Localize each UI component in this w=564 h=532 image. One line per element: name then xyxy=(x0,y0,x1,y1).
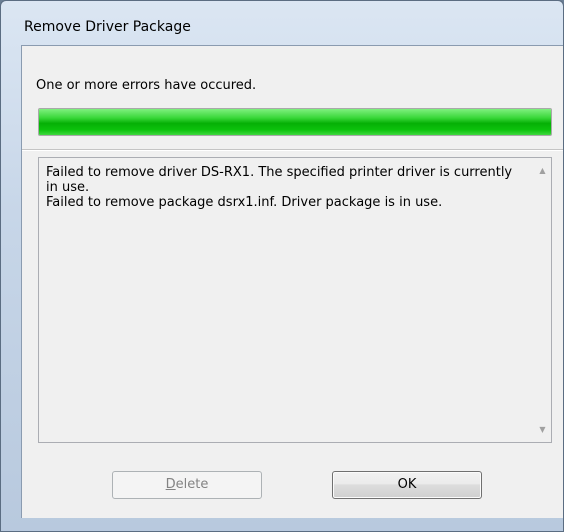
dialog-window: Remove Driver Package One or more errors… xyxy=(0,0,564,532)
vertical-scrollbar[interactable]: ▲ ▼ xyxy=(534,158,551,442)
error-messages-text: Failed to remove driver DS-RX1. The spec… xyxy=(46,165,516,210)
status-text: One or more errors have occured. xyxy=(36,78,257,93)
delete-label: elete xyxy=(175,477,209,492)
scroll-down-arrow-icon[interactable]: ▼ xyxy=(534,421,551,438)
dialog-body: One or more errors have occured. Failed … xyxy=(21,45,563,518)
error-messages-box[interactable]: Failed to remove driver DS-RX1. The spec… xyxy=(38,157,552,443)
error-message-driver: Failed to remove driver DS-RX1. The spec… xyxy=(46,165,513,195)
progress-bar xyxy=(38,108,552,136)
progress-fill xyxy=(39,109,551,135)
delete-mnemonic: D xyxy=(165,477,176,492)
delete-button[interactable]: Delete xyxy=(112,471,262,499)
ok-label: OK xyxy=(397,477,417,492)
ok-button[interactable]: OK xyxy=(332,471,482,499)
title-bar[interactable]: Remove Driver Package xyxy=(1,1,563,43)
window-title: Remove Driver Package xyxy=(24,19,191,35)
divider xyxy=(22,149,563,151)
error-message-package: Failed to remove package dsrx1.inf. Driv… xyxy=(46,195,443,210)
scroll-up-arrow-icon[interactable]: ▲ xyxy=(534,162,551,179)
